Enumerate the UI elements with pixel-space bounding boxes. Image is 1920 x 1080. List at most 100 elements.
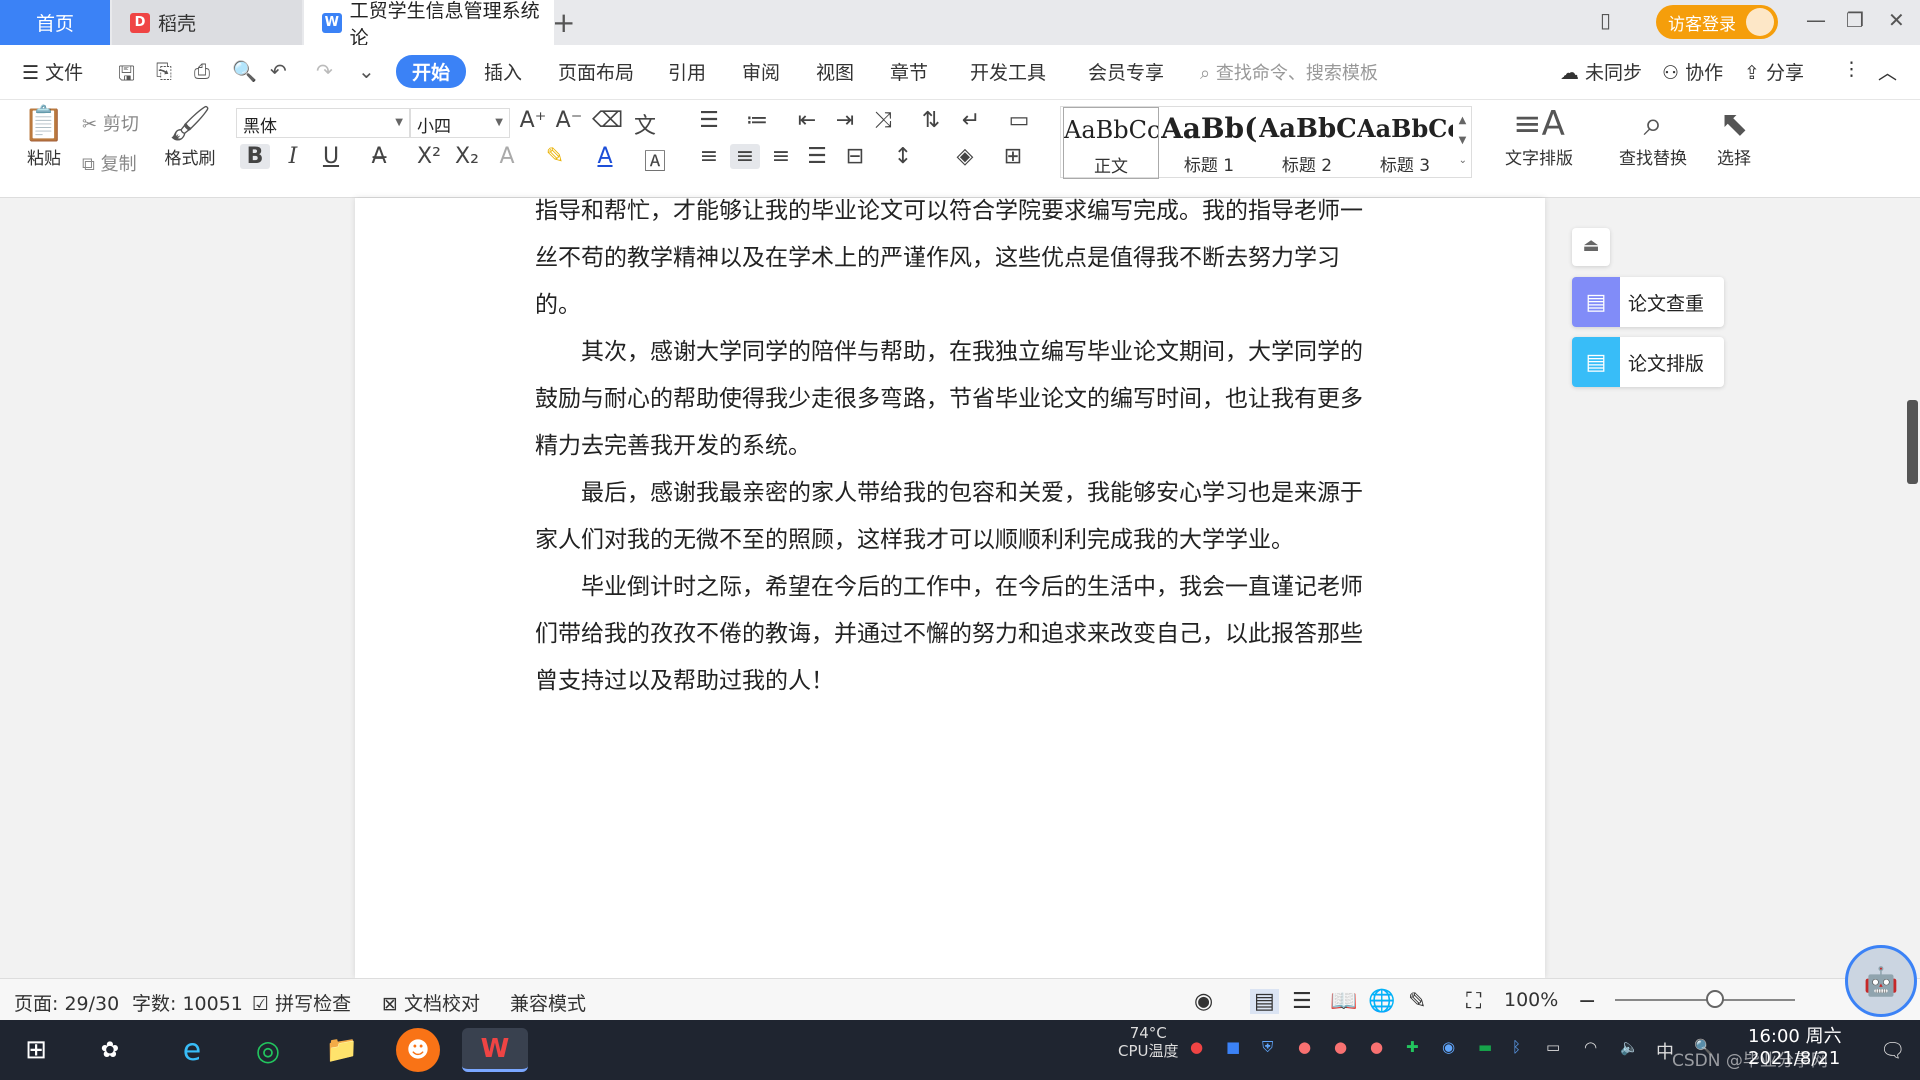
find-replace-button[interactable]: ⌕ 查找替换: [1608, 104, 1698, 169]
page-view-icon[interactable]: ▤: [1250, 989, 1279, 1014]
tab-home[interactable]: 首页: [0, 0, 110, 45]
notification-icon[interactable]: 🗨: [1880, 1038, 1905, 1062]
qq-icon[interactable]: ●: [1370, 1038, 1383, 1056]
highlight-icon[interactable]: ✎: [540, 144, 570, 169]
nvidia-icon[interactable]: ▬: [1478, 1038, 1492, 1056]
shading-icon[interactable]: ◈: [950, 144, 980, 169]
format-painter-button[interactable]: 🖌 格式刷: [160, 104, 220, 169]
tab-references[interactable]: 引用: [668, 58, 706, 85]
reading-view-icon[interactable]: 📖: [1330, 989, 1357, 1014]
align-center-icon[interactable]: ≡: [730, 144, 760, 169]
tab-view[interactable]: 视图: [816, 58, 854, 85]
paste-button[interactable]: 📋 粘贴: [16, 104, 72, 169]
style-heading-1[interactable]: AaBb( 标题 1: [1161, 107, 1257, 179]
borders-icon[interactable]: ⊞: [998, 144, 1028, 169]
tray-app-icon[interactable]: ◉: [1442, 1038, 1455, 1056]
share-button[interactable]: ⇪ 分享: [1744, 58, 1804, 85]
panel-collapse-button[interactable]: ⏏: [1572, 228, 1610, 266]
style-normal[interactable]: AaBbCcI 正文: [1063, 107, 1159, 179]
distribute-icon[interactable]: ⊟: [840, 144, 870, 169]
undo-icon[interactable]: ↶: [270, 59, 287, 83]
style-heading-2[interactable]: AaBbC 标题 2: [1259, 107, 1355, 179]
file-menu[interactable]: ☰ 文件: [22, 58, 83, 85]
select-button[interactable]: ⬉ 选择: [1704, 104, 1764, 169]
align-left-icon[interactable]: ≡: [694, 144, 724, 169]
battery-icon[interactable]: ▭: [1546, 1038, 1560, 1056]
char-border-icon[interactable]: 🄰: [640, 144, 670, 176]
superscript-icon[interactable]: X²: [414, 144, 444, 169]
wps-writer-icon[interactable]: W: [462, 1028, 528, 1072]
scrollbar-thumb[interactable]: [1907, 400, 1918, 484]
app-pinwheel-icon[interactable]: ✿: [88, 1028, 132, 1072]
align-right-icon[interactable]: ≡: [766, 144, 796, 169]
strikethrough-icon[interactable]: A̶: [364, 144, 394, 169]
tab-chapter[interactable]: 章节: [890, 58, 928, 85]
font-color-icon[interactable]: A: [590, 144, 620, 169]
more-icon[interactable]: ⋮: [1842, 58, 1861, 80]
sync-button[interactable]: ☁ 未同步: [1560, 58, 1642, 85]
volume-icon[interactable]: 🔈: [1620, 1038, 1639, 1056]
page-indicator[interactable]: 页面: 29/30: [14, 989, 119, 1016]
redo-icon[interactable]: ↷: [316, 59, 333, 83]
tab-daoke[interactable]: D 稻壳: [112, 0, 302, 45]
text-effect-icon[interactable]: A: [492, 144, 522, 169]
decrease-indent-icon[interactable]: ⇤: [792, 108, 822, 133]
word-count[interactable]: 字数: 10051: [132, 989, 243, 1016]
bluetooth-icon[interactable]: ᛒ: [1512, 1038, 1521, 1056]
web-view-icon[interactable]: 🌐: [1368, 989, 1395, 1014]
print-icon[interactable]: ⎙: [194, 59, 210, 83]
wifi-icon[interactable]: ◠: [1584, 1038, 1597, 1056]
thesis-layout-button[interactable]: ▤ 论文排版: [1572, 337, 1724, 387]
subscript-icon[interactable]: X₂: [452, 144, 482, 169]
qq-icon[interactable]: ●: [1334, 1038, 1347, 1056]
cpu-temp-widget[interactable]: 74°C CPU温度: [1118, 1024, 1179, 1060]
shrink-font-icon[interactable]: A⁻: [554, 108, 584, 133]
line-spacing-icon[interactable]: ↕: [888, 144, 918, 169]
collapse-ribbon-icon[interactable]: ︿: [1878, 58, 1897, 85]
style-heading-3[interactable]: AaBbCcl 标题 3: [1357, 107, 1453, 179]
grow-font-icon[interactable]: A⁺: [518, 108, 548, 133]
tab-start[interactable]: 开始: [396, 55, 467, 88]
tab-document[interactable]: W 工贸学生信息管理系统论: [304, 0, 554, 49]
tab-page-layout[interactable]: 页面布局: [558, 58, 634, 85]
bullet-list-icon[interactable]: ☰: [694, 108, 724, 133]
write-view-icon[interactable]: ✎: [1408, 989, 1426, 1014]
document-page[interactable]: 指导和帮忙，才能够让我的毕业论文可以符合学院要求编写完成。我的指导老师一丝不苟的…: [355, 198, 1545, 978]
restore-icon[interactable]: ❐: [1846, 8, 1864, 32]
tray-plus-icon[interactable]: ✚: [1406, 1038, 1419, 1056]
zoom-out-icon[interactable]: −: [1578, 989, 1596, 1014]
paragraph[interactable]: 毕业倒计时之际，希望在今后的工作中，在今后的生活中，我会一直谨记老师们带给我的孜…: [535, 564, 1365, 705]
sort-icon[interactable]: ⇅: [916, 108, 946, 133]
tab-member[interactable]: 会员专享: [1088, 58, 1164, 85]
tab-insert[interactable]: 插入: [484, 58, 522, 85]
numbered-list-icon[interactable]: ≔: [742, 108, 772, 133]
visitor-login-button[interactable]: 访客登录: [1656, 5, 1778, 39]
text-layout-button[interactable]: ≡A 文字排版: [1494, 104, 1584, 169]
qq-icon[interactable]: ●: [1298, 1038, 1311, 1056]
shield-icon[interactable]: ⛨: [1262, 1038, 1273, 1056]
print-preview-icon[interactable]: 🔍: [232, 59, 257, 83]
layout-toggle-icon[interactable]: ▯: [1600, 8, 1611, 32]
justify-icon[interactable]: ☰: [802, 144, 832, 169]
eye-protection-icon[interactable]: ◉: [1194, 989, 1213, 1014]
command-search[interactable]: ⌕ 查找命令、搜索模板: [1200, 59, 1378, 85]
bold-icon[interactable]: B: [240, 144, 270, 169]
outline-view-icon[interactable]: ☰: [1292, 989, 1312, 1014]
file-explorer-icon[interactable]: 📁: [320, 1028, 364, 1072]
paragraph[interactable]: 指导和帮忙，才能够让我的毕业论文可以符合学院要求编写完成。我的指导老师一丝不苟的…: [535, 188, 1365, 329]
fit-page-icon[interactable]: ⛶: [1466, 989, 1481, 1014]
tab-review[interactable]: 审阅: [742, 58, 780, 85]
export-icon[interactable]: ⎘: [156, 59, 172, 83]
save-icon[interactable]: 🖫: [118, 59, 135, 93]
phonetic-icon[interactable]: 文: [630, 108, 660, 140]
customize-chevron-down-icon[interactable]: ⌄: [358, 59, 375, 83]
tray-app-icon[interactable]: ●: [1190, 1038, 1203, 1056]
cut-button[interactable]: ✂ 剪切: [82, 110, 139, 136]
chinese-layout-icon[interactable]: ⤨: [868, 108, 898, 133]
zoom-level[interactable]: 100%: [1504, 989, 1558, 1011]
paragraph[interactable]: 最后，感谢我最亲密的家人带给我的包容和关爱，我能够安心学习也是来源于家人们对我的…: [535, 470, 1365, 564]
ie-browser-icon[interactable]: e: [170, 1028, 214, 1072]
close-icon[interactable]: ✕: [1888, 8, 1905, 32]
copy-button[interactable]: ⧉ 复制: [82, 150, 137, 176]
plagiarism-check-button[interactable]: ▤ 论文查重: [1572, 277, 1724, 327]
